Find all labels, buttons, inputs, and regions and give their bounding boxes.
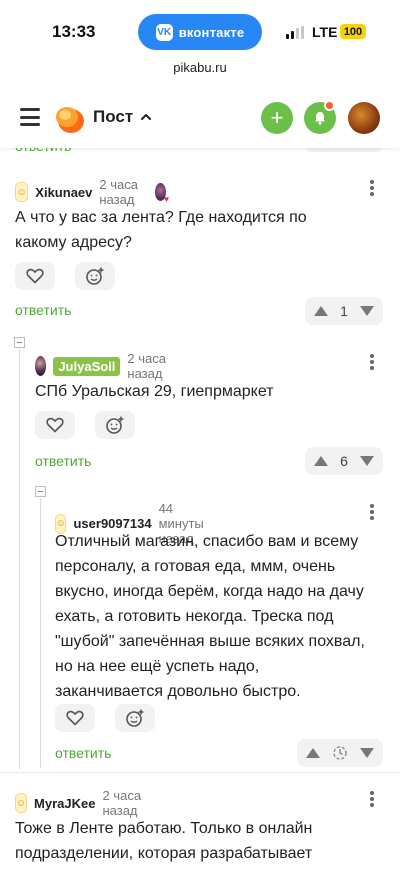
react-button[interactable]	[75, 262, 115, 290]
arrow-down-icon[interactable]	[359, 455, 375, 467]
avatar[interactable]: ☺	[15, 793, 28, 813]
comment-author[interactable]: Xikunaev	[35, 185, 92, 200]
hamburger-icon[interactable]	[20, 108, 40, 126]
heart-icon	[46, 417, 64, 433]
comment-text: Тоже в Ленте работаю. Только в онлайн по…	[15, 820, 313, 862]
comment-author[interactable]: MyraJKee	[34, 796, 95, 811]
app-header: Пост +	[0, 90, 400, 148]
arrow-up-icon[interactable]	[313, 305, 329, 317]
emoji-add-icon	[86, 267, 104, 285]
user-avatar[interactable]	[348, 102, 380, 134]
chevron-up-icon[interactable]	[140, 111, 152, 123]
more-vertical-icon[interactable]	[364, 352, 380, 372]
avatar[interactable]: ☺	[15, 182, 29, 202]
react-button[interactable]	[115, 704, 155, 732]
like-button[interactable]	[35, 411, 75, 439]
avatar[interactable]	[35, 356, 47, 376]
react-button[interactable]	[95, 411, 135, 439]
collapse-thread-button[interactable]	[35, 486, 46, 497]
reply-button[interactable]: ответить	[55, 745, 111, 761]
comment-rating: 1	[340, 303, 348, 319]
comment-text: Отличный магазин, спасибо вам и всему пе…	[55, 533, 365, 700]
add-post-button[interactable]: +	[261, 102, 293, 134]
arrow-up-icon[interactable]	[305, 747, 321, 759]
comment-time: 2 часа назад	[127, 351, 166, 381]
heart-icon	[66, 710, 84, 726]
clock-icon	[333, 746, 347, 760]
vk-back-button[interactable]: VK вконтакте	[138, 14, 262, 50]
like-button[interactable]	[55, 704, 95, 732]
thread-line	[19, 349, 20, 769]
thread-divider	[0, 772, 400, 773]
status-bar: 13:33 VK вконтакте LTE 100	[0, 0, 400, 62]
heart-icon	[26, 268, 44, 284]
vote-box	[297, 739, 383, 767]
comment-text: СПб Уральская 29, гиепрмаркет	[35, 383, 274, 400]
post-author-avatar	[154, 183, 170, 204]
pikabu-logo-icon[interactable]	[52, 102, 86, 136]
comment-text: А что у вас за лента? Где находится по к…	[15, 209, 307, 251]
comment-rating: 6	[340, 453, 348, 469]
vote-box: 1	[305, 297, 383, 325]
network-type: LTE	[312, 24, 338, 40]
thread-line	[40, 498, 41, 768]
page-title[interactable]: Пост	[93, 107, 133, 127]
more-vertical-icon[interactable]	[364, 502, 380, 522]
vk-logo-icon: VK	[155, 23, 173, 41]
like-button[interactable]	[15, 262, 55, 290]
signal-icon	[286, 26, 304, 39]
emoji-add-icon	[106, 416, 124, 434]
vk-back-label: вконтакте	[178, 24, 245, 40]
notification-badge	[324, 100, 335, 111]
reply-button[interactable]: ответить	[35, 453, 91, 469]
comment-time: 2 часа назад	[102, 788, 142, 818]
arrow-up-icon[interactable]	[313, 455, 329, 467]
arrow-down-icon[interactable]	[359, 305, 375, 317]
comment-time: 2 часа назад	[99, 177, 138, 207]
battery-icon: 100	[340, 24, 366, 39]
status-time: 13:33	[52, 22, 96, 41]
comment-author[interactable]: JulyaSoll	[53, 356, 121, 376]
vote-box: 6	[305, 447, 383, 475]
collapse-thread-button[interactable]	[14, 337, 25, 348]
reply-button[interactable]: ответить	[15, 302, 71, 318]
emoji-add-icon	[126, 709, 144, 727]
more-vertical-icon[interactable]	[364, 789, 380, 809]
url-bar[interactable]: pikabu.ru	[0, 60, 400, 82]
more-vertical-icon[interactable]	[364, 178, 380, 198]
bell-icon	[315, 112, 325, 125]
arrow-down-icon[interactable]	[359, 747, 375, 759]
